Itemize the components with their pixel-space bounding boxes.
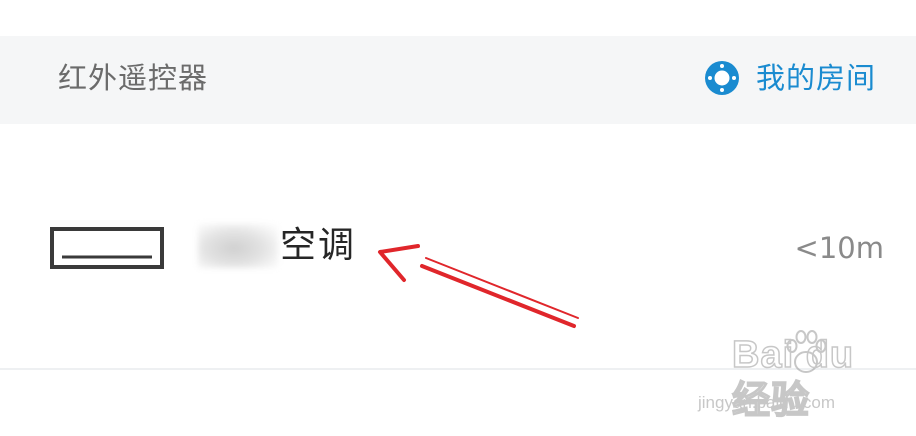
device-name-text: 空调 — [280, 225, 357, 266]
device-name: 空调 — [198, 222, 356, 270]
air-conditioner-icon — [50, 227, 164, 269]
section-title: 红外遥控器 — [58, 61, 209, 95]
room-label: 我的房间 — [755, 61, 876, 95]
target-ring-icon — [704, 61, 739, 95]
watermark-url: jingyan.baidu.com — [698, 393, 836, 412]
paw-icon — [786, 330, 827, 373]
baidu-jingyan-watermark: Bai du 经验 jingyan.baidu.com — [686, 328, 866, 424]
top-strip — [0, 0, 916, 36]
room-selector[interactable]: 我的房间 — [704, 56, 876, 100]
device-distance: <10m — [794, 231, 884, 265]
blurred-brand-region — [198, 224, 278, 268]
